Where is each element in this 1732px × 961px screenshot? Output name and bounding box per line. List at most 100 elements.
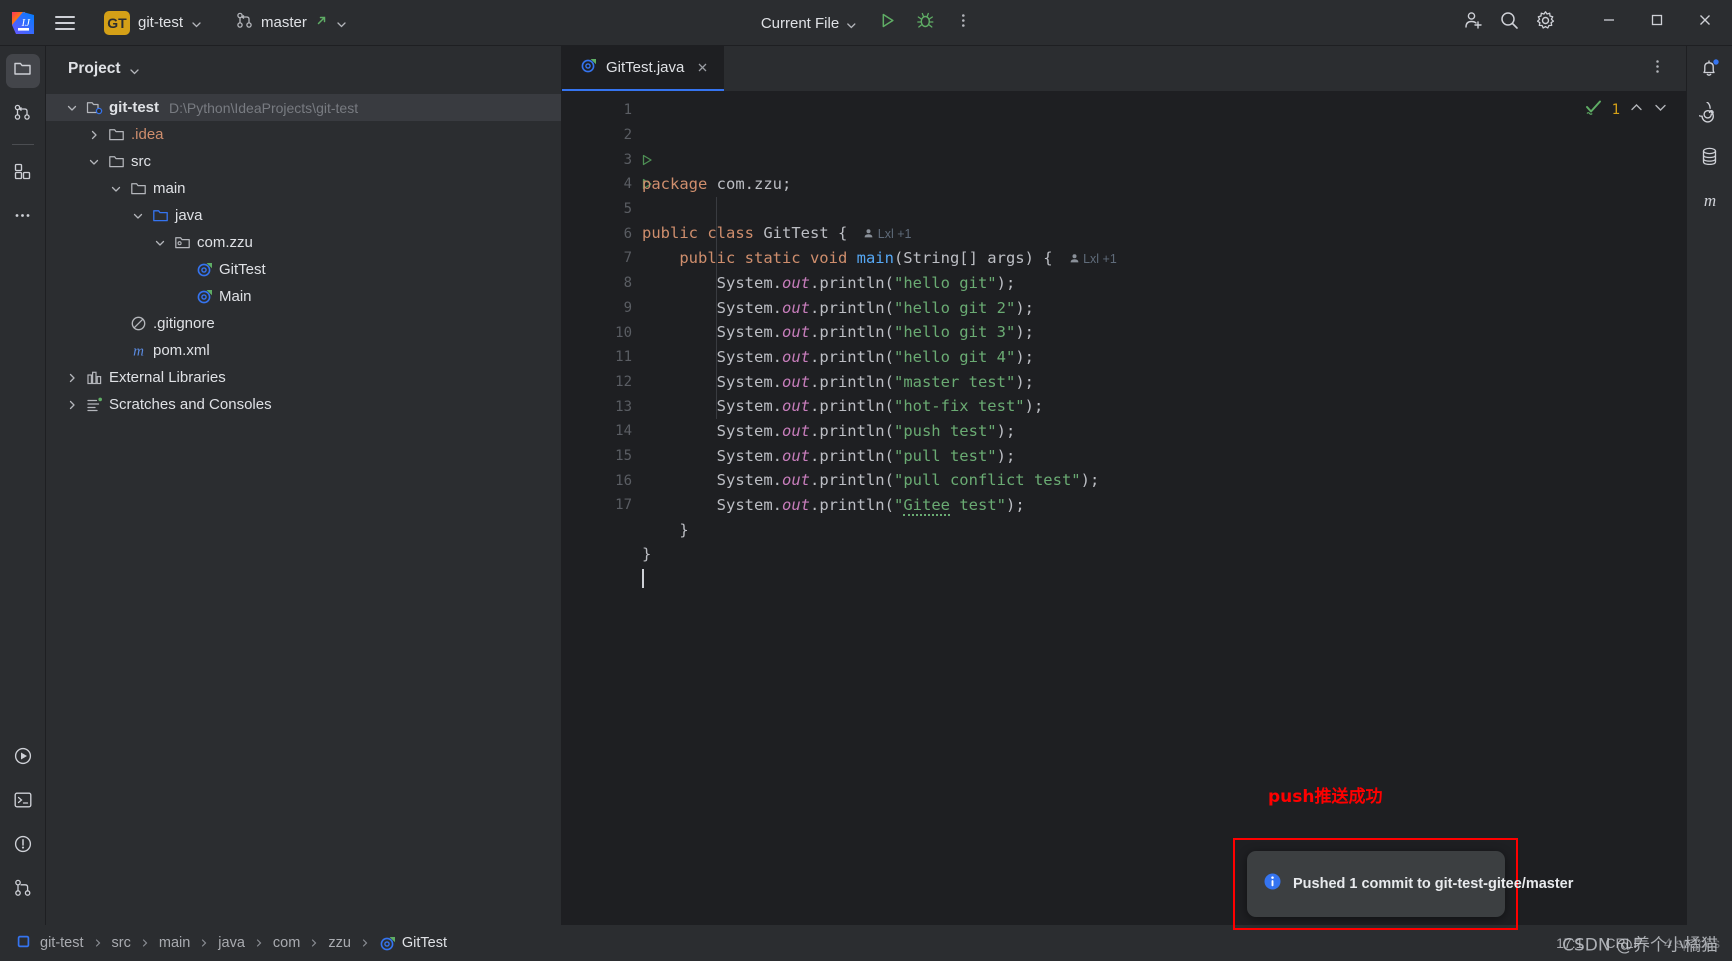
- code-line-5[interactable]: System.out.println("hello git");: [638, 271, 1686, 296]
- code-line-7[interactable]: System.out.println("hello git 3");: [638, 320, 1686, 345]
- tree-node-main[interactable]: main: [46, 175, 561, 202]
- sidebar-item-database[interactable]: [1693, 142, 1727, 176]
- sidebar-item-run[interactable]: [6, 741, 40, 775]
- breadcrumb[interactable]: git-test src main java com zzu GitTest: [12, 933, 452, 954]
- debug-button[interactable]: [908, 6, 942, 40]
- tree-node-src[interactable]: src: [46, 148, 561, 175]
- chevron-down-icon[interactable]: [1653, 100, 1668, 120]
- code-line-16[interactable]: }: [638, 542, 1686, 567]
- editor-gutter[interactable]: 1 2 3 4 5 6 7 8 9 10 11 12 13 14 15 16 17: [562, 92, 652, 925]
- run-configuration-selector[interactable]: Current File: [752, 10, 866, 37]
- sidebar-item-maven[interactable]: m: [1693, 186, 1727, 220]
- sidebar-item-terminal[interactable]: [6, 785, 40, 819]
- code-line-10[interactable]: System.out.println("hot-fix test");: [638, 394, 1686, 419]
- sidebar-item-notifications[interactable]: [1693, 54, 1727, 88]
- gutter-line-9[interactable]: 9: [562, 296, 638, 321]
- breadcrumb-item-git-test[interactable]: git-test: [12, 933, 89, 954]
- code-vision-hint[interactable]: Lxl +1: [1053, 252, 1117, 266]
- code-vision-hint[interactable]: Lxl +1: [847, 227, 912, 241]
- chevron-down-icon[interactable]: [130, 208, 146, 224]
- gutter-line-8[interactable]: 8: [562, 271, 638, 296]
- chevron-down-icon[interactable]: [152, 235, 168, 251]
- gutter-line-14[interactable]: 14: [562, 419, 638, 444]
- tree-node-external-libraries[interactable]: External Libraries: [46, 364, 561, 391]
- gutter-line-16[interactable]: 16: [562, 468, 638, 493]
- gutter-line-3[interactable]: 3: [562, 147, 652, 172]
- sidebar-item-structure[interactable]: [6, 157, 40, 191]
- gutter-line-17[interactable]: 17: [562, 493, 638, 518]
- code-line-15[interactable]: }: [638, 518, 1686, 543]
- breadcrumb-item-gittest[interactable]: GitTest: [374, 933, 452, 954]
- project-tree[interactable]: git-test D:\Python\IdeaProjects\git-test.…: [46, 92, 561, 925]
- code-line-17[interactable]: [638, 567, 1686, 592]
- gutter-line-4[interactable]: 4: [562, 172, 652, 197]
- code-line-12[interactable]: System.out.println("pull test");: [638, 444, 1686, 469]
- close-icon[interactable]: [693, 59, 711, 77]
- tree-node-com-zzu[interactable]: com.zzu: [46, 229, 561, 256]
- tree-node-java[interactable]: java: [46, 202, 561, 229]
- editor-tab-gittest[interactable]: GitTest.java: [562, 46, 725, 91]
- breadcrumb-item-main[interactable]: main: [154, 933, 195, 953]
- editor-options-button[interactable]: [1640, 52, 1674, 86]
- sidebar-item-more[interactable]: [6, 201, 40, 235]
- sidebar-item-ai-assistant[interactable]: [1693, 98, 1727, 132]
- main-menu-button[interactable]: [48, 6, 82, 40]
- editor-viewport[interactable]: 1 2 3 4 5 6 7 8 9 10 11 12 13 14 15 16 17 package com.zz…: [562, 92, 1686, 925]
- code-line-6[interactable]: System.out.println("hello git 2");: [638, 296, 1686, 321]
- code-line-11[interactable]: System.out.println("push test");: [638, 419, 1686, 444]
- chevron-down-icon[interactable]: [108, 181, 124, 197]
- tree-node-pom-xml[interactable]: m pom.xml: [46, 337, 561, 364]
- project-selector[interactable]: GT git-test: [96, 7, 210, 39]
- gutter-line-1[interactable]: 1: [562, 98, 638, 123]
- gutter-line-6[interactable]: 6: [562, 221, 638, 246]
- tree-node-gittest[interactable]: GitTest: [46, 256, 561, 283]
- gutter-line-10[interactable]: 10: [562, 320, 638, 345]
- sidebar-item-commit[interactable]: [6, 98, 40, 132]
- code-line-1[interactable]: package com.zzu;: [638, 172, 1686, 197]
- chevron-right-icon[interactable]: [86, 127, 102, 143]
- code-line-9[interactable]: System.out.println("master test");: [638, 370, 1686, 395]
- tree-node--gitignore[interactable]: .gitignore: [46, 310, 561, 337]
- run-button[interactable]: [870, 6, 904, 40]
- sidebar-item-project[interactable]: [5, 54, 40, 88]
- code-line-2[interactable]: [638, 197, 1686, 222]
- tree-node-git-test[interactable]: git-test D:\Python\IdeaProjects\git-test: [46, 94, 561, 121]
- code-line-4[interactable]: public static void main(String[] args) {…: [638, 246, 1686, 271]
- push-notification-balloon[interactable]: Pushed 1 commit to git-test-gitee/master: [1247, 851, 1573, 917]
- chevron-up-icon[interactable]: [1629, 100, 1644, 120]
- chevron-down-icon[interactable]: [64, 100, 80, 116]
- chevron-right-icon[interactable]: [64, 370, 80, 386]
- inspection-widget[interactable]: 1: [1584, 98, 1668, 122]
- tree-node-main[interactable]: Main: [46, 283, 561, 310]
- more-run-options-button[interactable]: [946, 6, 980, 40]
- gutter-line-13[interactable]: 13: [562, 394, 638, 419]
- tree-node-scratches-and-consoles[interactable]: Scratches and Consoles: [46, 391, 561, 418]
- sidebar-item-version-control[interactable]: [6, 873, 40, 907]
- search-everywhere-button[interactable]: [1492, 6, 1526, 40]
- chevron-down-icon[interactable]: [86, 154, 102, 170]
- breadcrumb-item-zzu[interactable]: zzu: [323, 933, 356, 953]
- settings-button[interactable]: [1528, 6, 1562, 40]
- line-separator[interactable]: CRLF: [1605, 935, 1642, 951]
- code-line-13[interactable]: System.out.println("pull conflict test")…: [638, 468, 1686, 493]
- indent-setting[interactable]: 4 spaces: [1664, 935, 1720, 951]
- code-line-14[interactable]: System.out.println("Gitee test");: [638, 493, 1686, 518]
- caret-position[interactable]: 17:1: [1556, 935, 1583, 951]
- code-with-me-button[interactable]: [1456, 6, 1490, 40]
- gutter-line-15[interactable]: 15: [562, 444, 638, 469]
- gutter-line-11[interactable]: 11: [562, 345, 638, 370]
- gutter-line-12[interactable]: 12: [562, 370, 638, 395]
- breadcrumb-item-src[interactable]: src: [107, 933, 136, 953]
- gutter-line-5[interactable]: 5: [562, 197, 638, 222]
- close-window-button[interactable]: [1682, 0, 1728, 46]
- chevron-right-icon[interactable]: [64, 397, 80, 413]
- tree-node--idea[interactable]: .idea: [46, 121, 561, 148]
- minimize-window-button[interactable]: [1586, 0, 1632, 46]
- gutter-line-2[interactable]: 2: [562, 123, 638, 148]
- branch-selector[interactable]: master: [228, 8, 355, 38]
- project-panel-header[interactable]: Project: [46, 46, 561, 92]
- maximize-window-button[interactable]: [1634, 0, 1680, 46]
- breadcrumb-item-java[interactable]: java: [213, 933, 250, 953]
- editor-code[interactable]: package com.zzu; public class GitTest { L…: [638, 92, 1686, 925]
- gutter-line-7[interactable]: 7: [562, 246, 638, 271]
